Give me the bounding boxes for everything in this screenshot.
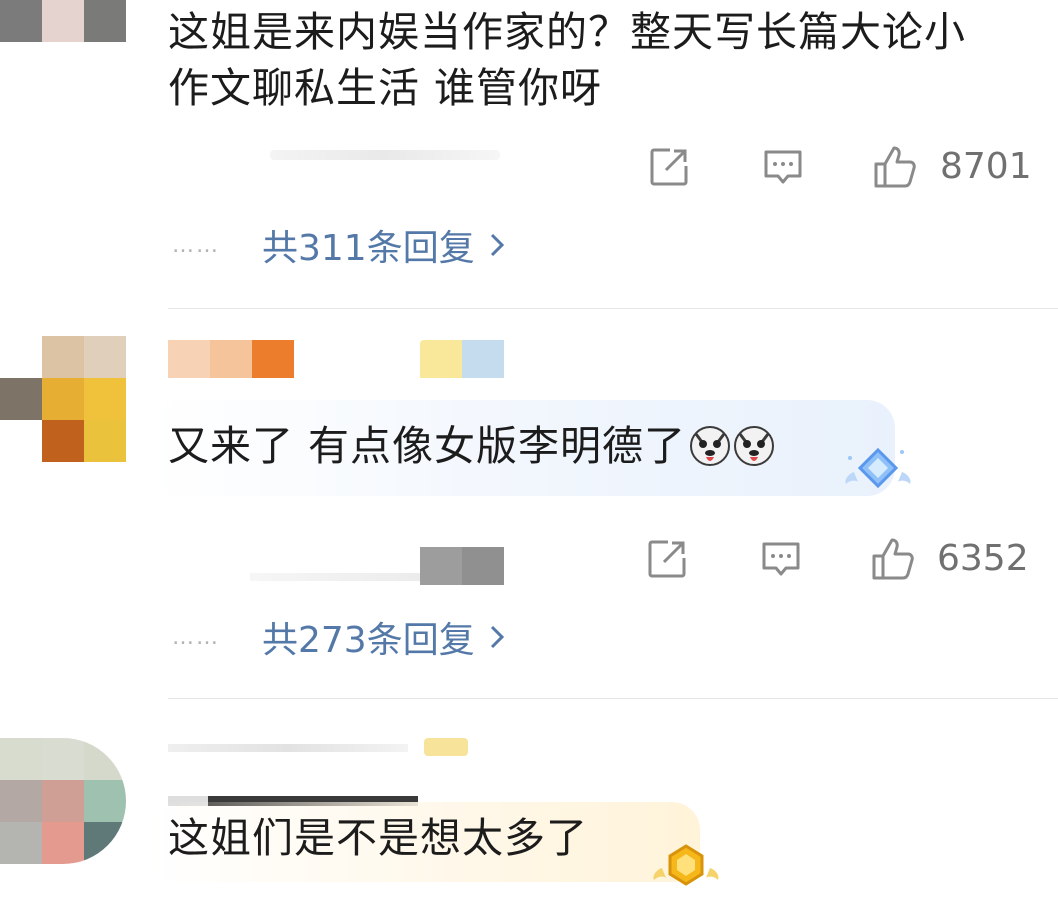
like-icon[interactable] bbox=[872, 142, 920, 190]
divider bbox=[168, 698, 1058, 699]
comment-text-label: 又来了 有点像女版李明德了 bbox=[168, 422, 687, 470]
comment-text-line-1: 这姐是来内娱当作家的？整天写长篇大论小 bbox=[168, 8, 966, 56]
comment-actions: 8701 bbox=[0, 138, 1058, 198]
comment-3: 这姐们是不是想太多了 bbox=[0, 720, 1058, 900]
like-icon[interactable] bbox=[870, 534, 918, 582]
avatar[interactable] bbox=[0, 0, 126, 42]
comment-1: 这姐是来内娱当作家的？整天写长篇大论小 作文聊私生活 谁管你呀 8701 …… … bbox=[0, 0, 1058, 300]
view-replies-label: 共311条回复 bbox=[262, 228, 475, 269]
chevron-right-icon bbox=[490, 625, 504, 649]
comment-text-line-2: 作文聊私生活 谁管你呀 bbox=[168, 64, 603, 112]
diamond-badge-icon bbox=[845, 447, 911, 489]
username-blurred[interactable] bbox=[168, 340, 294, 378]
username-blurred[interactable] bbox=[168, 738, 468, 756]
view-replies-link[interactable]: 共273条回复 bbox=[262, 611, 505, 663]
divider bbox=[168, 308, 1058, 309]
comment-text: 又来了 有点像女版李明德了 bbox=[168, 418, 776, 474]
share-icon[interactable] bbox=[648, 146, 690, 188]
badge-blurred bbox=[420, 340, 504, 378]
reply-dots: …… bbox=[172, 624, 220, 650]
like-count: 8701 bbox=[940, 146, 1032, 187]
reply-dots: …… bbox=[172, 232, 220, 258]
comment-actions: 6352 bbox=[0, 530, 1058, 590]
husky-emoji bbox=[734, 426, 775, 466]
like-count: 6352 bbox=[937, 538, 1029, 579]
reply-row: …… 共311条回复 bbox=[172, 220, 505, 270]
comment-icon[interactable] bbox=[760, 540, 802, 580]
comment-icon[interactable] bbox=[762, 148, 804, 188]
husky-emoji bbox=[690, 426, 731, 466]
avatar[interactable] bbox=[0, 336, 126, 462]
avatar[interactable] bbox=[0, 738, 126, 864]
view-replies-label: 共273条回复 bbox=[262, 620, 475, 661]
reply-row: …… 共273条回复 bbox=[172, 612, 505, 662]
comment-text: 这姐们是不是想太多了 bbox=[168, 814, 588, 862]
comment-2: 又来了 有点像女版李明德了 6352 …… 共273条回复 bbox=[0, 330, 1058, 700]
chevron-right-icon bbox=[490, 233, 504, 257]
gold-badge-icon bbox=[653, 844, 719, 886]
view-replies-link[interactable]: 共311条回复 bbox=[262, 219, 505, 271]
share-icon[interactable] bbox=[646, 538, 688, 580]
